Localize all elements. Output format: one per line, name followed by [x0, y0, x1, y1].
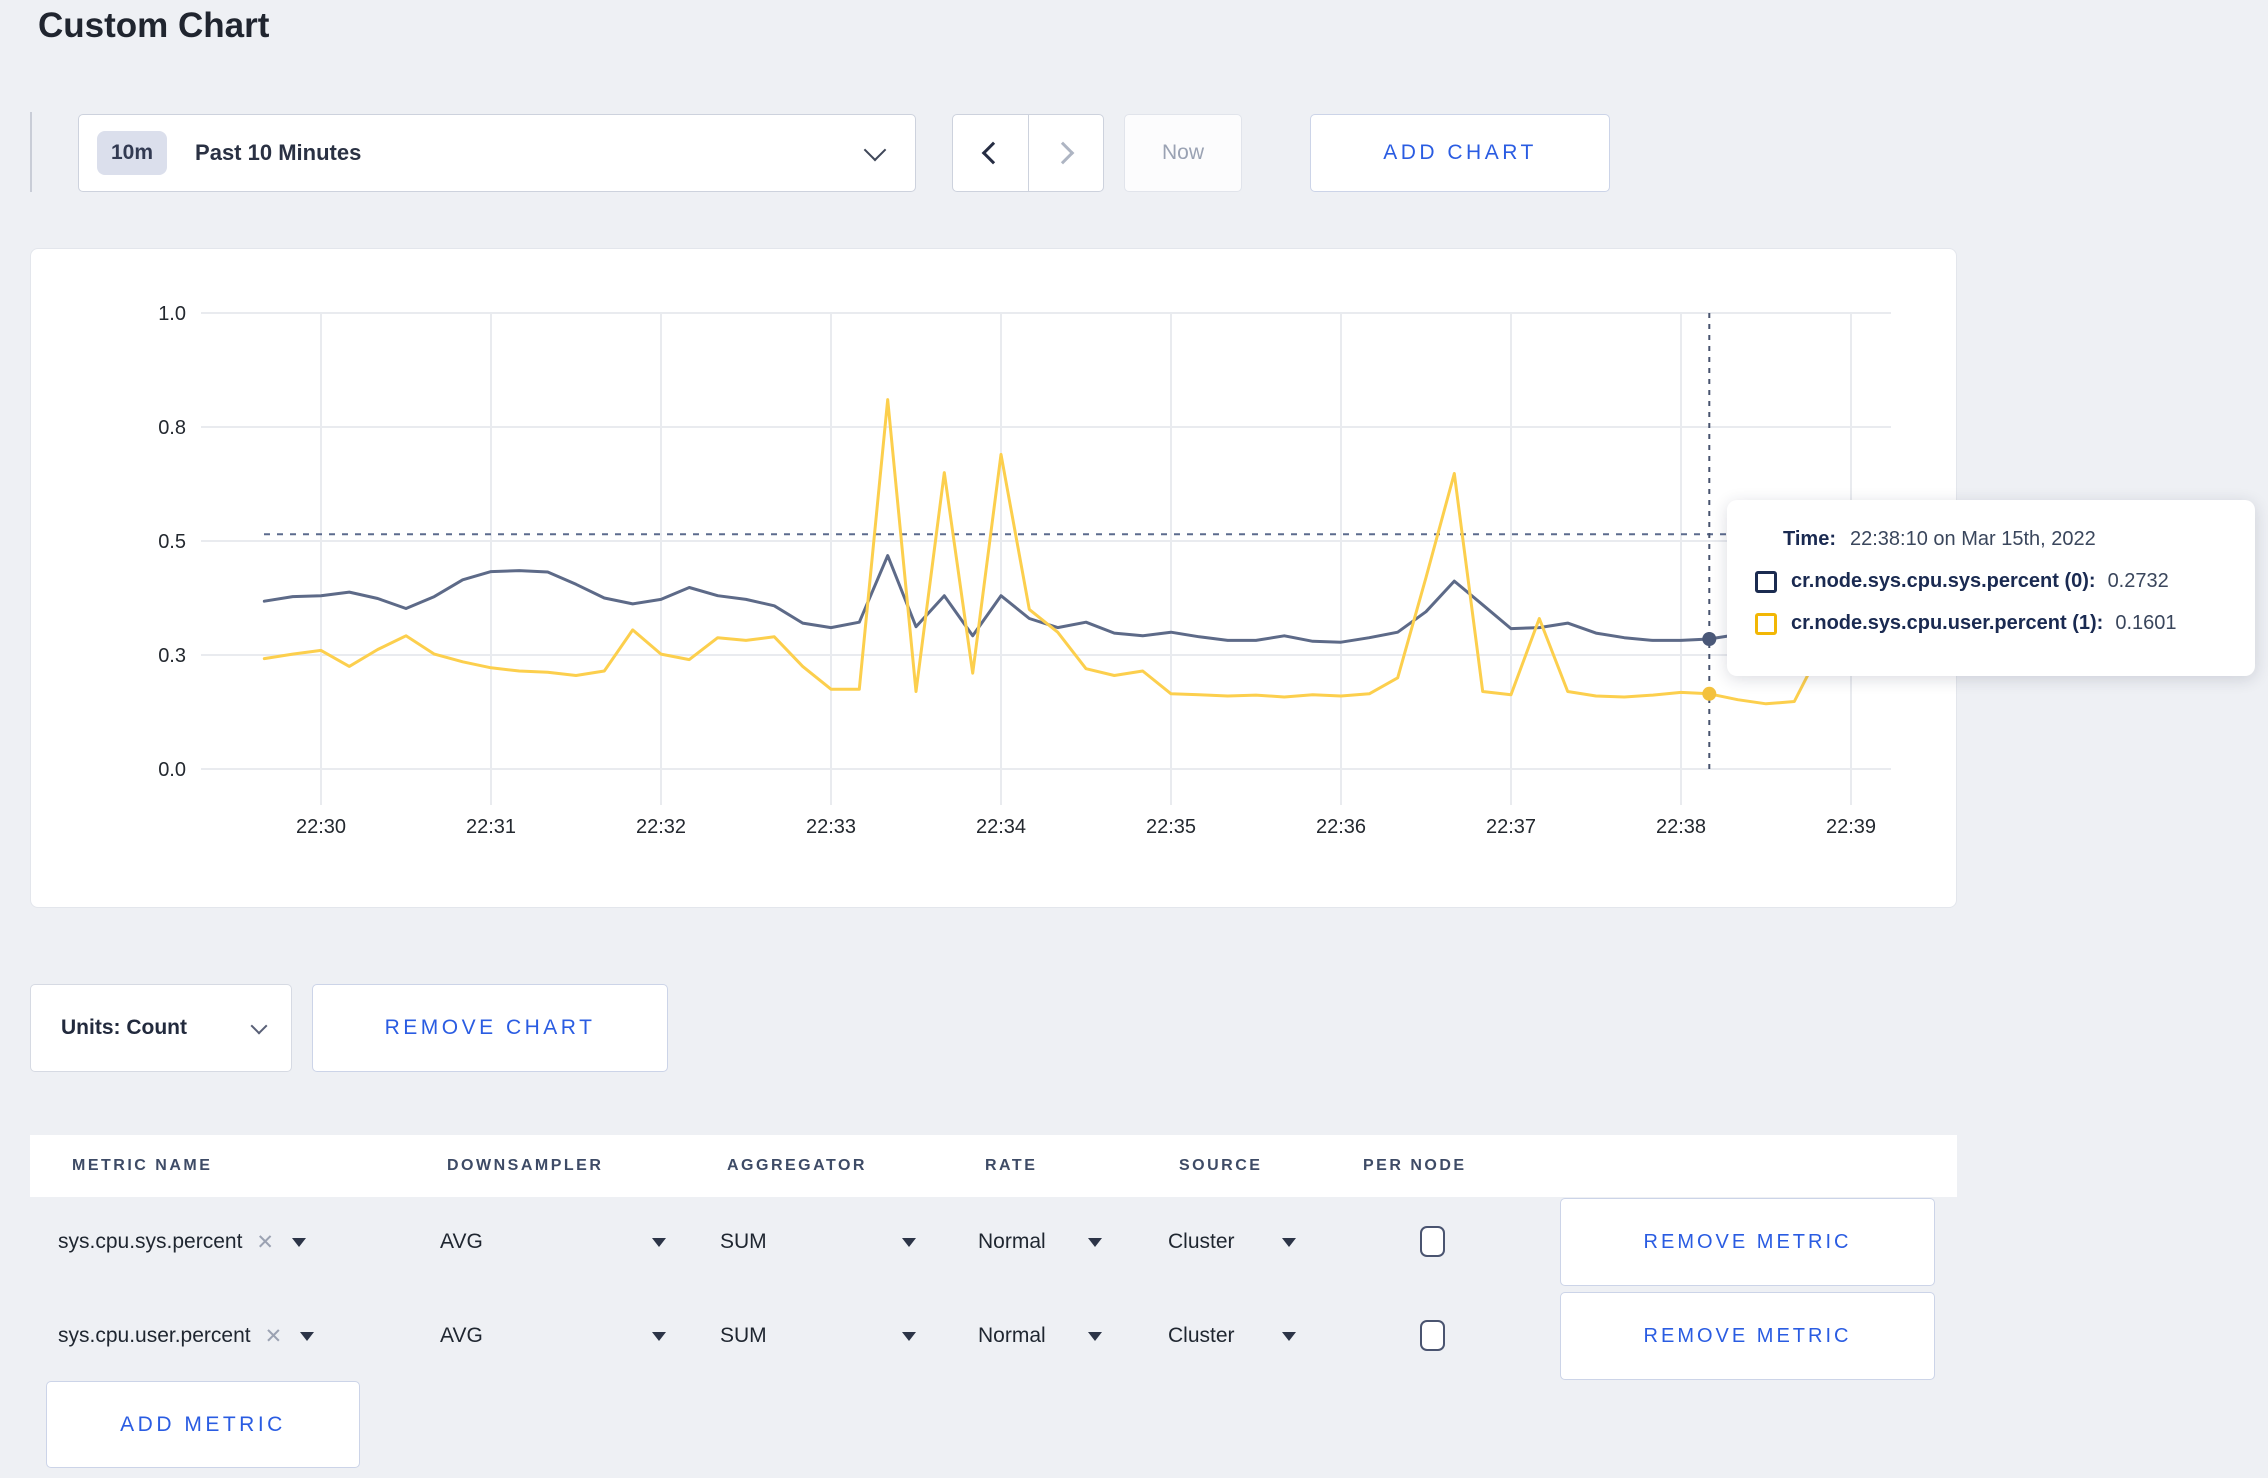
- col-header-rate: RATE: [985, 1157, 1038, 1174]
- caret-down-icon: [1088, 1331, 1102, 1341]
- now-button[interactable]: Now: [1124, 114, 1242, 192]
- svg-text:0.5: 0.5: [158, 531, 186, 553]
- user-series-legend-icon: [1755, 612, 1777, 635]
- downsampler-caret[interactable]: [652, 1292, 666, 1380]
- source-caret[interactable]: [1282, 1292, 1296, 1380]
- svg-text:22:34: 22:34: [976, 816, 1026, 838]
- chart-tooltip: Time: 22:38:10 on Mar 15th, 2022 cr.node.…: [1727, 500, 2255, 676]
- per-node-checkbox[interactable]: [1420, 1226, 1445, 1257]
- svg-text:22:36: 22:36: [1316, 816, 1366, 838]
- svg-text:22:33: 22:33: [806, 816, 856, 838]
- svg-text:22:38: 22:38: [1656, 816, 1706, 838]
- chevron-down-icon: [863, 138, 887, 162]
- prev-time-button[interactable]: [953, 115, 1029, 191]
- caret-down-icon[interactable]: [292, 1237, 307, 1247]
- tooltip-series-value: 0.2732: [2107, 570, 2169, 592]
- time-step-buttons: [952, 114, 1104, 192]
- next-time-button[interactable]: [1029, 115, 1104, 191]
- remove-metric-button[interactable]: REMOVE METRIC: [1560, 1198, 1935, 1286]
- chevron-left-icon: [981, 141, 1005, 165]
- metric-name-cell: sys.cpu.sys.percent ✕: [58, 1198, 307, 1286]
- svg-text:22:37: 22:37: [1486, 816, 1536, 838]
- aggregator-select[interactable]: SUM: [720, 1198, 767, 1286]
- caret-down-icon: [652, 1331, 666, 1341]
- cpu-line-chart[interactable]: 0.0 0.3 0.5 0.8 1.0 22:30 22:31 22:32 22:33 22:34…: [31, 249, 1956, 907]
- units-select[interactable]: Units: Count: [30, 984, 292, 1072]
- tooltip-series-row: cr.node.sys.cpu.sys.percent (0): 0.2732: [1755, 570, 2231, 593]
- tooltip-series-value: 0.1601: [2115, 612, 2177, 634]
- svg-text:1.0: 1.0: [158, 303, 186, 325]
- col-header-metric-name: METRIC NAME: [72, 1157, 213, 1174]
- tooltip-time: Time: 22:38:10 on Mar 15th, 2022: [1755, 528, 2231, 551]
- metrics-table-header: METRIC NAME DOWNSAMPLER AGGREGATOR RATE …: [30, 1135, 1957, 1197]
- svg-text:22:35: 22:35: [1146, 816, 1196, 838]
- svg-text:0.8: 0.8: [158, 417, 186, 439]
- caret-down-icon: [1282, 1331, 1296, 1341]
- caret-down-icon[interactable]: [300, 1331, 315, 1341]
- aggregator-caret[interactable]: [902, 1292, 916, 1380]
- tooltip-series-label: cr.node.sys.cpu.user.percent (1):: [1791, 612, 2104, 634]
- tooltip-time-label: Time:: [1783, 528, 1836, 550]
- aggregator-select[interactable]: SUM: [720, 1292, 767, 1380]
- source-caret[interactable]: [1282, 1198, 1296, 1286]
- metric-name: sys.cpu.sys.percent: [58, 1230, 243, 1253]
- time-range-select[interactable]: 10m Past 10 Minutes: [78, 114, 916, 192]
- svg-text:0.0: 0.0: [158, 759, 186, 781]
- col-header-per-node: PER NODE: [1363, 1157, 1467, 1174]
- svg-text:0.3: 0.3: [158, 645, 186, 667]
- metric-name: sys.cpu.user.percent: [58, 1324, 251, 1347]
- downsampler-select[interactable]: AVG: [440, 1198, 483, 1286]
- caret-down-icon: [902, 1331, 916, 1341]
- col-header-aggregator: AGGREGATOR: [727, 1157, 867, 1174]
- source-select[interactable]: Cluster: [1168, 1292, 1235, 1380]
- rate-select[interactable]: Normal: [978, 1292, 1046, 1380]
- aggregator-caret[interactable]: [902, 1198, 916, 1286]
- x-icon[interactable]: ✕: [265, 1324, 283, 1349]
- caret-down-icon: [902, 1237, 916, 1247]
- tooltip-time-value: 22:38:10 on Mar 15th, 2022: [1849, 528, 2096, 550]
- units-label: Units: Count: [61, 1016, 187, 1039]
- page-title: Custom Chart: [38, 6, 270, 45]
- metric-name-cell: sys.cpu.user.percent ✕: [58, 1292, 315, 1380]
- add-metric-button[interactable]: ADD METRIC: [46, 1381, 360, 1468]
- source-select[interactable]: Cluster: [1168, 1198, 1235, 1286]
- time-window-label: Past 10 Minutes: [195, 140, 362, 165]
- downsampler-select[interactable]: AVG: [440, 1292, 483, 1380]
- col-header-source: SOURCE: [1179, 1157, 1263, 1174]
- caret-down-icon: [652, 1237, 666, 1247]
- chart-card: 0.0 0.3 0.5 0.8 1.0 22:30 22:31 22:32 22:33 22:34…: [30, 248, 1957, 908]
- tooltip-series-row: cr.node.sys.cpu.user.percent (1): 0.1601: [1755, 612, 2231, 635]
- downsampler-caret[interactable]: [652, 1198, 666, 1286]
- custom-chart-page: Custom Chart 10m Past 10 Minutes Now ADD…: [0, 0, 2268, 1478]
- svg-text:22:32: 22:32: [636, 816, 686, 838]
- metric-row: sys.cpu.user.percent ✕ AVG SUM Normal Cl…: [30, 1292, 1957, 1380]
- toolbar-divider: [30, 112, 32, 192]
- remove-chart-button[interactable]: REMOVE CHART: [312, 984, 668, 1072]
- svg-text:22:31: 22:31: [466, 816, 516, 838]
- rate-caret[interactable]: [1088, 1292, 1102, 1380]
- col-header-downsampler: DOWNSAMPLER: [447, 1157, 604, 1174]
- x-icon[interactable]: ✕: [256, 1230, 274, 1255]
- per-node-checkbox[interactable]: [1420, 1320, 1445, 1351]
- sys-series-legend-icon: [1755, 570, 1777, 593]
- remove-metric-button[interactable]: REMOVE METRIC: [1560, 1292, 1935, 1380]
- svg-text:22:30: 22:30: [296, 816, 346, 838]
- rate-select[interactable]: Normal: [978, 1198, 1046, 1286]
- metric-row: sys.cpu.sys.percent ✕ AVG SUM Normal Clu…: [30, 1198, 1957, 1286]
- time-window-badge: 10m: [97, 131, 168, 175]
- chevron-down-icon: [250, 1017, 268, 1035]
- add-chart-button[interactable]: ADD CHART: [1310, 114, 1610, 192]
- caret-down-icon: [1282, 1237, 1296, 1247]
- svg-text:22:39: 22:39: [1826, 816, 1876, 838]
- caret-down-icon: [1088, 1237, 1102, 1247]
- rate-caret[interactable]: [1088, 1198, 1102, 1286]
- chevron-right-icon: [1051, 141, 1075, 165]
- tooltip-series-label: cr.node.sys.cpu.sys.percent (0):: [1791, 570, 2096, 592]
